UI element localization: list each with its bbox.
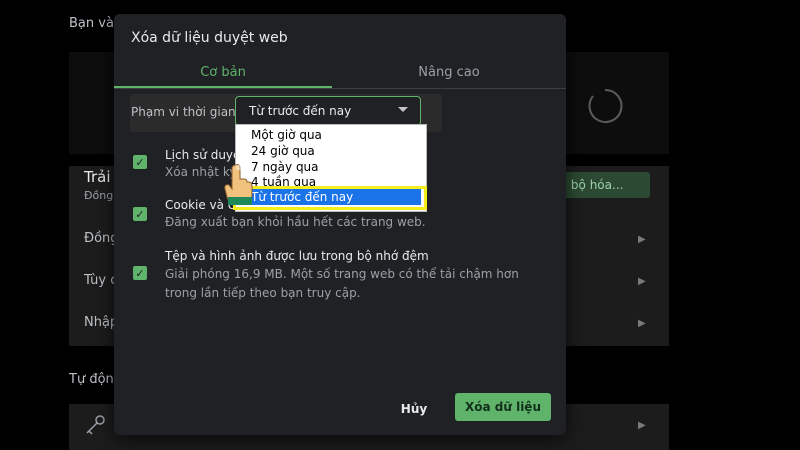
pointing-hand-icon — [224, 164, 253, 205]
time-range-value: Từ trước đến nay — [249, 104, 352, 118]
tab-basic[interactable]: Cơ bản — [114, 58, 332, 86]
option-7-days[interactable]: 7 ngày qua — [251, 160, 319, 175]
bg-row-1[interactable]: Tùy c — [84, 273, 117, 288]
time-range-label: Phạm vi thời gian — [131, 105, 236, 119]
bg-section-sub: Đồng — [84, 189, 114, 202]
bg-section-title: Trải — [84, 168, 111, 186]
clear-browsing-data-dialog: Xóa dữ liệu duyệt web Cơ bản Nâng cao Ph… — [114, 14, 566, 435]
chevron-right-icon: ▶ — [638, 420, 646, 431]
cached-files-title: Tệp và hình ảnh được lưu trong bộ nhớ đệ… — [165, 249, 429, 263]
chevron-down-icon — [398, 107, 408, 112]
cookies-checkbox[interactable]: ✓ — [133, 207, 147, 221]
key-icon — [86, 415, 105, 435]
profile-spinner-icon — [588, 88, 623, 123]
bg-you-label: Bạn và — [69, 16, 114, 31]
tab-divider — [114, 88, 566, 89]
tab-advanced[interactable]: Nâng cao — [332, 58, 566, 86]
browsing-history-checkbox[interactable]: ✓ — [133, 155, 147, 169]
dialog-title: Xóa dữ liệu duyệt web — [131, 30, 288, 46]
option-24-hours[interactable]: 24 giờ qua — [251, 144, 315, 159]
cached-files-desc: Giải phóng 16,9 MB. Một số trang web có … — [165, 267, 519, 300]
cached-files-checkbox[interactable]: ✓ — [133, 266, 147, 280]
option-last-hour[interactable]: Một giờ qua — [251, 128, 322, 143]
chevron-right-icon: ▶ — [638, 234, 646, 245]
browsing-history-title: Lịch sử duyệt — [165, 148, 246, 162]
chevron-right-icon: ▶ — [638, 276, 646, 287]
cancel-button[interactable]: Hủy — [392, 396, 436, 422]
annotation-highlight-box — [233, 186, 427, 210]
chevron-right-icon: ▶ — [638, 318, 646, 329]
time-range-select[interactable]: Từ trước đến nay — [235, 96, 421, 126]
cookies-desc: Đăng xuất bạn khỏi hầu hết các trang web… — [165, 215, 426, 229]
clear-data-button[interactable]: Xóa dữ liệu — [455, 393, 551, 421]
